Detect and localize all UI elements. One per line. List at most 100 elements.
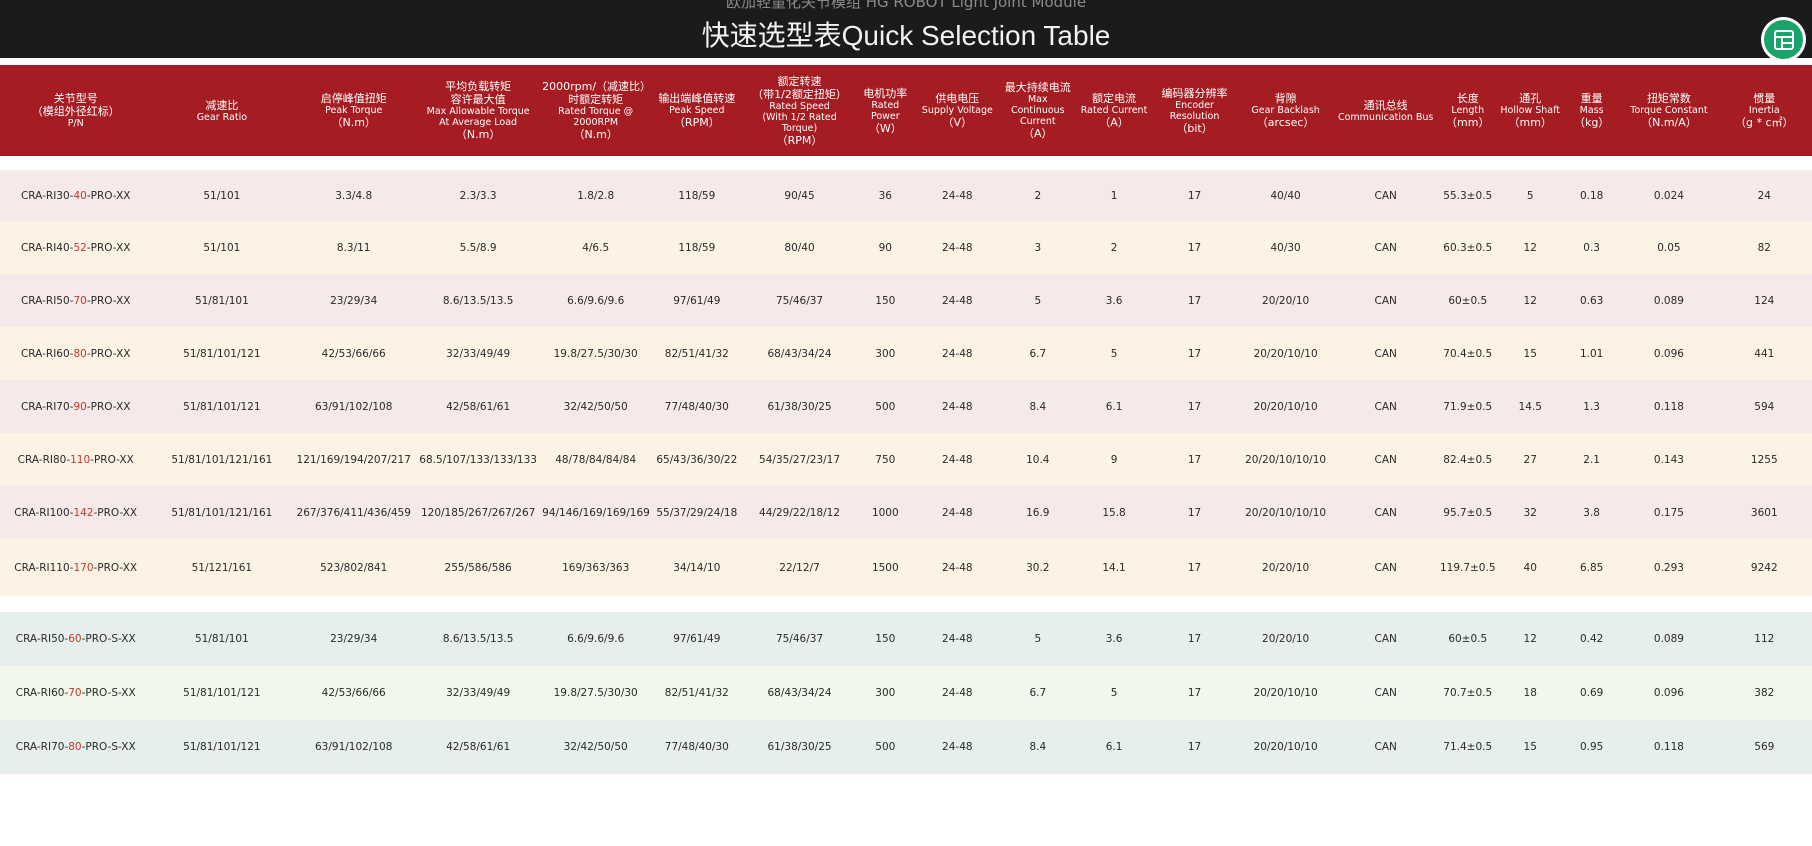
table-cell: 0.089: [1621, 612, 1717, 666]
column-header-unit: （A）: [1023, 127, 1053, 140]
table-view-button[interactable]: [1761, 17, 1806, 62]
table-body: CRA-RI30-40-PRO-XX 51/101 3.3/4.8 2.3/3.3 1.…: [0, 156, 1812, 774]
table-cell: 77/48/40/30: [650, 380, 744, 433]
table-cell: 70.4±0.5: [1437, 327, 1499, 380]
part-number-cell: CRA-RI110-170-PRO-XX: [0, 539, 152, 596]
table-cell: 17: [1152, 221, 1237, 274]
table-cell: 124: [1716, 274, 1812, 327]
table-cell: 3.8: [1561, 486, 1622, 539]
column-header: 电机功率 Rated Power （W）: [855, 65, 915, 156]
column-header-en: Rated Power: [870, 99, 900, 122]
table-cell: CAN: [1334, 170, 1438, 221]
table-cell: 40/30: [1236, 221, 1335, 274]
table-cell: 20/20/10/10: [1236, 720, 1335, 774]
part-number-prefix: CRA-RI50-: [15, 633, 69, 645]
table-cell: 12: [1498, 221, 1562, 274]
table-cell: 6.1: [1075, 720, 1153, 774]
table-cell: 118/59: [650, 170, 744, 221]
table-cell: 97/61/49: [650, 274, 744, 327]
part-number-cell: CRA-RI30-40-PRO-XX: [0, 170, 152, 221]
column-header: 额定电流 Rated Current （A）: [1075, 65, 1153, 156]
table-header-row: 关节型号 （模组外径红标） P/N 减速比 Gear Ratio 启停峰值扭矩 Peak T…: [0, 65, 1812, 156]
table-cell: 24-48: [914, 666, 1000, 720]
table-cell: 17: [1152, 170, 1237, 221]
part-number-size: 70: [73, 294, 87, 307]
table-cell: 32/42/50/50: [541, 380, 651, 433]
table-cell: 4/6.5: [541, 221, 651, 274]
part-number-size: 142: [73, 506, 94, 519]
table-cell: 51/101: [151, 221, 293, 274]
part-number-cell: CRA-RI40-52-PRO-XX: [0, 221, 152, 274]
table-cell: 51/81/101/121: [151, 380, 293, 433]
table-cell: 1.8/2.8: [541, 170, 651, 221]
column-header-cn: 通讯总线: [1363, 98, 1408, 112]
table-cell: 20/20/10/10/10: [1236, 486, 1335, 539]
table-cell: 112: [1716, 612, 1812, 666]
table-cell: 63/91/102/108: [292, 720, 416, 774]
table-cell: CAN: [1334, 380, 1438, 433]
table-cell: 0.143: [1621, 433, 1717, 486]
column-header-cn-2: 时额定转矩: [568, 93, 624, 106]
table-cell: 60±0.5: [1437, 274, 1499, 327]
part-number-suffix: -PRO-S-XX: [81, 687, 136, 699]
column-header-en: P/N: [67, 118, 84, 129]
page-title: 快速选型表Quick Selection Table: [701, 20, 1111, 51]
table-cell: 95.7±0.5: [1437, 486, 1499, 539]
table-cell: 75/46/37: [743, 612, 856, 666]
table-cell: 1.01: [1561, 327, 1622, 380]
part-number-size: 40: [73, 189, 87, 202]
table-cell: 0.42: [1561, 612, 1622, 666]
column-header-unit: （RPM）: [673, 116, 720, 129]
part-number-prefix: CRA-RI60-: [20, 347, 74, 360]
table-cell: 82/51/41/32: [650, 666, 744, 720]
part-number-suffix: -PRO-S-XX: [81, 741, 136, 753]
table-cell: 594: [1716, 380, 1812, 433]
table-cell: 61/38/30/25: [743, 720, 856, 774]
column-header-en: Inertia: [1748, 105, 1780, 116]
column-header-en: Max Allowable Torque: [426, 106, 530, 117]
part-number-size: 170: [73, 561, 94, 574]
table-cell: 15: [1498, 720, 1562, 774]
part-number-suffix: -PRO-XX: [90, 453, 134, 466]
column-header-unit: （W）: [868, 121, 902, 135]
part-number-size: 60: [68, 633, 82, 645]
table-cell: 5: [1498, 170, 1562, 221]
table-cell: 0.175: [1621, 486, 1717, 539]
table-cell: 48/78/84/84/84: [541, 433, 651, 486]
table-row: CRA-RI60-70-PRO-S-XX 51/81/101/121 42/53/6…: [0, 666, 1812, 720]
table-cell: 14.1: [1075, 539, 1153, 596]
part-number-size: 52: [73, 241, 87, 254]
part-number-suffix: -PRO-XX: [86, 241, 131, 254]
column-header: 2000rpm/（减速比） 时额定转矩 Rated Torque @ 2000RPM…: [541, 65, 651, 156]
column-header-cn: 编码器分辨率: [1161, 86, 1228, 100]
table-cell: 65/43/36/30/22: [650, 433, 744, 486]
table-cell: 51/121/161: [151, 539, 293, 596]
column-header: 惯量 Inertia （g * c㎡）: [1716, 65, 1812, 156]
column-header-en: Peak Torque: [325, 105, 383, 116]
column-header-cn-2: （带1/2额定扭矩）: [752, 87, 847, 101]
part-number-cell: CRA-RI50-60-PRO-S-XX: [0, 612, 152, 666]
table-cell: 2.3/3.3: [415, 170, 542, 221]
table-cell: 9: [1075, 433, 1153, 486]
column-header-unit: （N.m/A）: [1641, 116, 1697, 129]
table-cell: 5: [1075, 327, 1153, 380]
column-header-en: Hollow Shaft: [1500, 105, 1561, 116]
column-header-cn: 输出端峰值转速: [658, 92, 736, 105]
table-cell: 6.6/9.6/9.6: [541, 274, 651, 327]
table-cell: 17: [1152, 720, 1237, 774]
table-cell: 75/46/37: [743, 274, 856, 327]
column-header: 通讯总线 Communication Bus: [1334, 65, 1438, 156]
column-header: 扭矩常数 Torque Constant （N.m/A）: [1621, 65, 1717, 156]
part-number-prefix: CRA-RI70-: [20, 400, 74, 413]
table-cell: 0.95: [1561, 720, 1622, 774]
table-cell: 24-48: [914, 327, 1000, 380]
column-header-cn: 电机功率: [863, 86, 908, 100]
table-cell: 255/586/586: [415, 539, 542, 596]
table-cell: 17: [1152, 380, 1237, 433]
part-number-suffix: -PRO-XX: [86, 294, 131, 307]
table-cell: 42/58/61/61: [415, 380, 542, 433]
part-number-suffix: -PRO-S-XX: [81, 633, 136, 645]
table-cell: 8.6/13.5/13.5: [415, 274, 542, 327]
table-cell: CAN: [1334, 539, 1438, 596]
part-number-cell: CRA-RI80-110-PRO-XX: [0, 433, 152, 486]
